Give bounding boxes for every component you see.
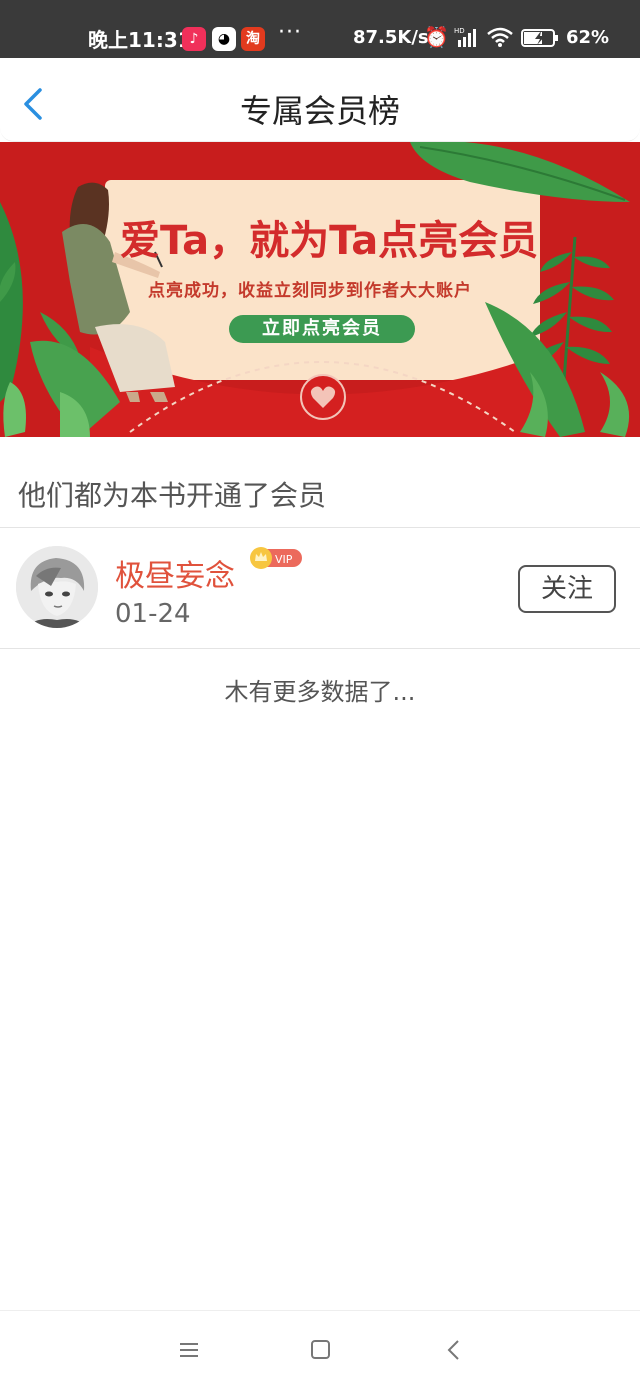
banner-headline: 爱Ta，就为Ta点亮会员 bbox=[120, 218, 539, 264]
banner-subtitle: 点亮成功，收益立刻同步到作者大大账户 bbox=[148, 281, 472, 301]
follow-button[interactable]: 关注 bbox=[518, 565, 616, 613]
alarm-icon: ⏰ bbox=[424, 25, 449, 49]
menu-icon[interactable] bbox=[174, 1337, 204, 1363]
status-bar: 晚上11:31 ♪ ◕ 淘 ··· 87.5K/s ⏰ HD 62% bbox=[0, 0, 640, 58]
page-title: 专属会员榜 bbox=[239, 92, 400, 130]
system-nav-bar bbox=[0, 1310, 640, 1387]
more-notifications-icon: ··· bbox=[278, 20, 302, 45]
svg-text:VIP: VIP bbox=[275, 553, 293, 566]
avatar[interactable] bbox=[16, 546, 98, 628]
battery-percent: 62% bbox=[566, 27, 610, 48]
taobao-icon: 淘 bbox=[241, 27, 265, 51]
avatar-image bbox=[16, 546, 98, 628]
member-date: 01-24 bbox=[115, 599, 191, 629]
svg-text:HD: HD bbox=[454, 27, 465, 35]
divider bbox=[0, 648, 640, 649]
vip-badge-icon: VIP bbox=[250, 547, 302, 569]
activate-membership-button[interactable]: 立即点亮会员 bbox=[229, 315, 415, 343]
divider bbox=[0, 527, 640, 528]
network-speed: 87.5K/s bbox=[353, 27, 429, 48]
no-more-data-text: 木有更多数据了... bbox=[224, 678, 416, 706]
home-icon[interactable] bbox=[305, 1337, 335, 1363]
membership-banner[interactable]: 爱Ta，就为Ta点亮会员 点亮成功，收益立刻同步到作者大大账户 立即点亮会员 bbox=[0, 142, 640, 437]
section-title: 他们都为本书开通了会员 bbox=[18, 479, 327, 512]
battery-charging-icon bbox=[521, 29, 558, 47]
back-icon[interactable] bbox=[440, 1337, 470, 1363]
member-name[interactable]: 极昼妄念 bbox=[115, 551, 235, 595]
wifi-icon bbox=[487, 27, 513, 47]
list-item[interactable]: 极昼妄念 VIP 01-24 关注 bbox=[0, 529, 640, 649]
status-time: 晚上11:31 bbox=[88, 28, 192, 52]
douyin-icon: ♪ bbox=[182, 27, 206, 51]
header: 专属会员榜 bbox=[0, 58, 640, 142]
qq-icon: ◕ bbox=[212, 27, 236, 51]
signal-icon: HD bbox=[454, 27, 476, 47]
